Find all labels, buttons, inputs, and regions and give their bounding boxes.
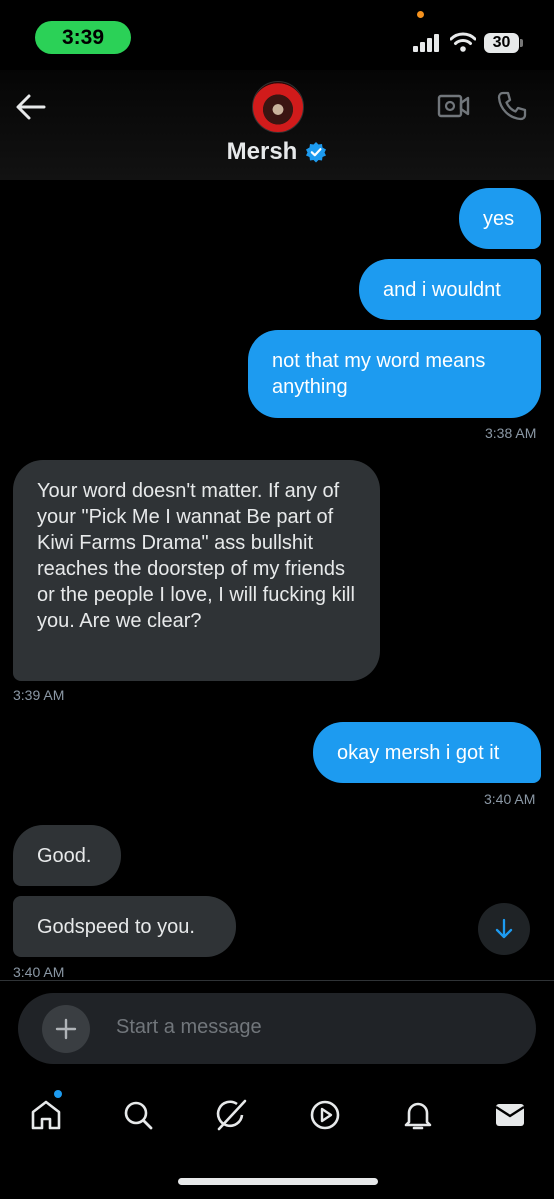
phone-call-icon[interactable] (496, 90, 528, 122)
message-bubble-outgoing[interactable]: and i wouldnt (359, 259, 541, 320)
message-text: not that my word means anything (272, 350, 486, 398)
message-composer[interactable]: Start a message (18, 993, 536, 1064)
home-indicator (178, 1178, 378, 1185)
contact-name-row[interactable]: Mersh (0, 138, 554, 166)
contact-name: Mersh (226, 138, 298, 165)
verified-badge-icon (306, 142, 327, 163)
tab-messages[interactable] (488, 1093, 532, 1137)
messages-icon (495, 1104, 525, 1126)
grok-icon (216, 1099, 247, 1131)
cellular-signal-icon (413, 34, 439, 52)
message-bubble-incoming[interactable]: Your word doesn't matter. If any of your… (13, 460, 380, 681)
home-icon (31, 1100, 61, 1130)
message-input[interactable]: Start a message (116, 1016, 262, 1039)
plus-icon (55, 1018, 77, 1040)
conversation-header: Mersh (0, 70, 554, 180)
back-arrow-icon[interactable] (14, 92, 48, 122)
message-bubble-incoming[interactable]: Good. (13, 825, 121, 886)
status-bar: 3:39 30 (0, 0, 554, 70)
arrow-down-icon (495, 918, 513, 939)
battery-cap (520, 39, 523, 47)
message-bubble-incoming[interactable]: Godspeed to you. (13, 896, 236, 957)
message-bubble-outgoing[interactable]: okay mersh i got it (313, 722, 541, 783)
notifications-icon (404, 1102, 432, 1130)
add-media-button[interactable] (42, 1005, 90, 1053)
video-icon (310, 1100, 340, 1130)
message-text: and i wouldnt (383, 278, 501, 301)
message-bubble-outgoing[interactable]: not that my word means anything (248, 330, 541, 418)
voice-message-icon[interactable] (480, 1013, 510, 1043)
tab-video[interactable] (303, 1093, 347, 1137)
home-notification-dot (54, 1090, 62, 1098)
message-bubble-outgoing[interactable]: yes (459, 188, 541, 249)
message-timestamp: 3:40 AM (484, 791, 536, 807)
tab-grok[interactable] (209, 1093, 253, 1137)
message-timestamp: 3:39 AM (13, 687, 65, 703)
battery-indicator: 30 (484, 33, 519, 53)
message-text: okay mersh i got it (337, 741, 500, 764)
message-timestamp: 3:38 AM (485, 425, 537, 441)
tab-notifications[interactable] (396, 1093, 440, 1137)
message-text: Your word doesn't matter. If any of your… (37, 480, 355, 632)
scroll-to-bottom-button[interactable] (478, 903, 530, 955)
search-icon (124, 1101, 153, 1130)
tab-search[interactable] (116, 1093, 160, 1137)
status-time[interactable]: 3:39 (35, 21, 131, 54)
privacy-indicator-dot (417, 11, 424, 18)
message-timestamp: 3:40 AM (13, 964, 65, 980)
contact-avatar[interactable] (252, 81, 304, 133)
message-text: Godspeed to you. (37, 915, 195, 938)
wifi-icon (450, 32, 476, 52)
video-call-icon[interactable] (437, 92, 471, 120)
message-text: Good. (37, 844, 92, 867)
message-text: yes (483, 207, 515, 230)
composer-divider (0, 980, 554, 981)
tab-home[interactable] (24, 1093, 68, 1137)
